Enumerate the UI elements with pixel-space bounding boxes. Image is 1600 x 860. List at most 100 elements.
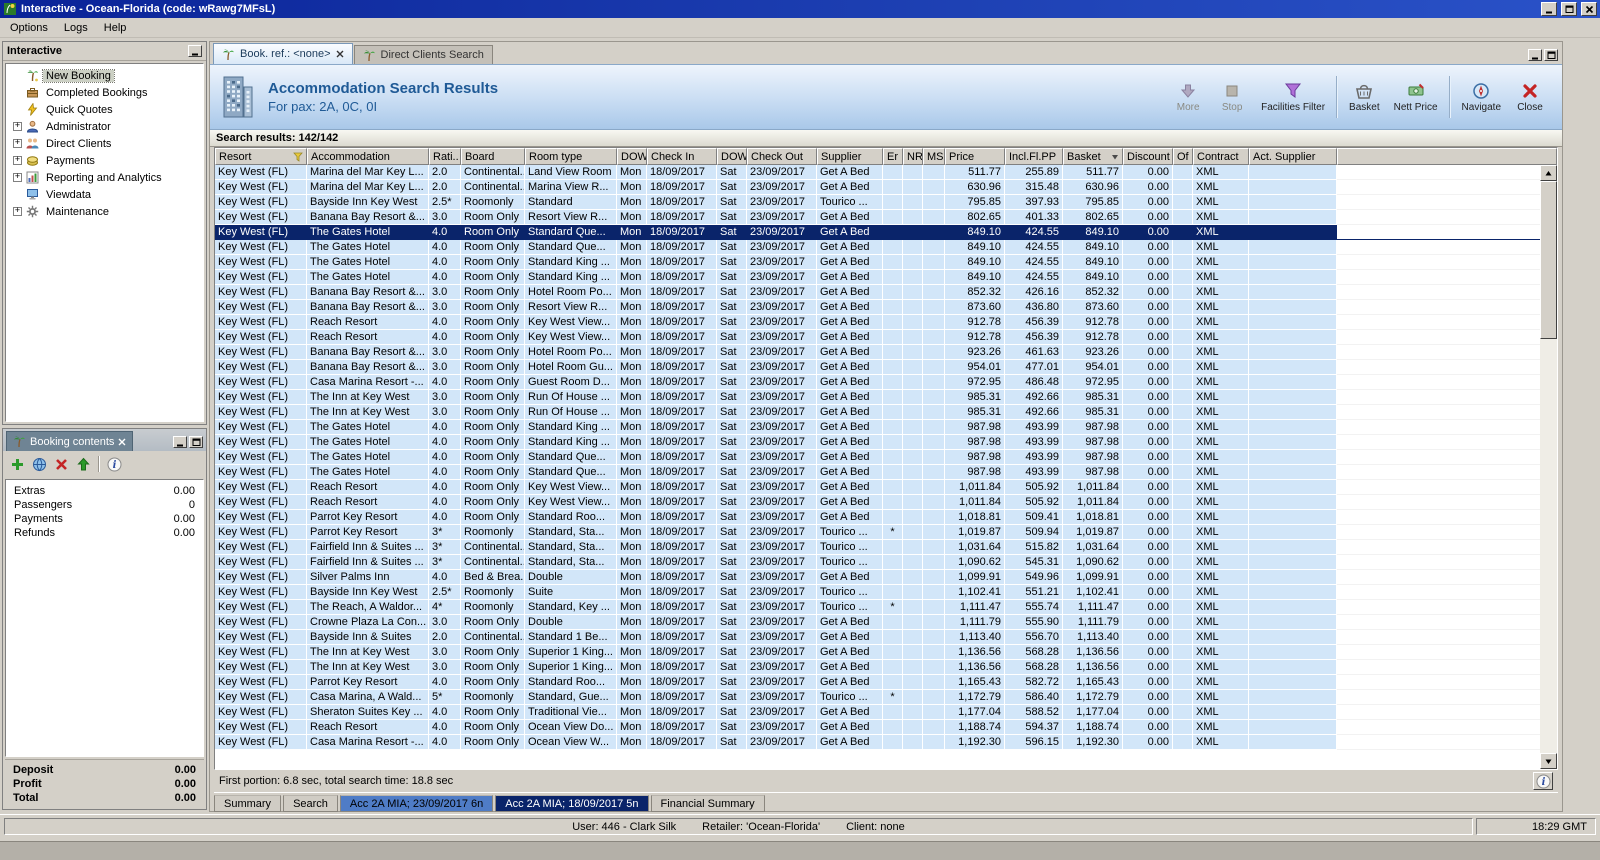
table-row[interactable]: Key West (FL) Marina del Mar Key L... 2.0 C… — [215, 180, 1540, 195]
tab-direct-clients-search[interactable]: Direct Clients Search — [353, 45, 493, 64]
collapse-panel-button[interactable] — [188, 45, 202, 57]
world-icon[interactable] — [32, 457, 47, 472]
tab-book-ref-none[interactable]: Book. ref.: <none> — [213, 43, 353, 64]
table-row[interactable]: Key West (FL) Casa Marina, A Wald... 5* Roo… — [215, 690, 1540, 705]
table-row[interactable]: Key West (FL) The Gates Hotel 4.0 Room Only… — [215, 465, 1540, 480]
bottom-tab-acc-2a-mia-18-09-2017-5n[interactable]: Acc 2A MIA; 18/09/2017 5n — [495, 795, 649, 812]
table-row[interactable]: Key West (FL) Banana Bay Resort &... 3.0 Ro… — [215, 360, 1540, 375]
remove-icon[interactable] — [54, 457, 69, 472]
sidebar-item-quick-quotes[interactable]: Quick Quotes — [6, 101, 203, 118]
sidebar-item-new-booking[interactable]: New Booking — [6, 67, 203, 84]
tab-close-icon[interactable] — [336, 50, 344, 58]
table-row[interactable]: Key West (FL) Reach Resort 4.0 Room Only Key… — [215, 315, 1540, 330]
scroll-down-button[interactable] — [1540, 753, 1557, 769]
expand-icon[interactable]: + — [13, 173, 22, 182]
table-row[interactable]: Key West (FL) Banana Bay Resort &... 3.0 Ro… — [215, 300, 1540, 315]
column-header-supplier[interactable]: Supplier — [817, 148, 883, 165]
sidebar-item-payments[interactable]: + Payments — [6, 152, 203, 169]
booking-panel-maximize-button[interactable] — [189, 436, 203, 448]
table-row[interactable]: Key West (FL) Sheraton Suites Key ... 4.0 R… — [215, 705, 1540, 720]
column-header-price[interactable]: Price — [945, 148, 1005, 165]
mdi-minimize-button[interactable] — [1528, 49, 1542, 61]
sidebar-item-administrator[interactable]: + Administrator — [6, 118, 203, 135]
expand-icon[interactable]: + — [13, 139, 22, 148]
table-row[interactable]: Key West (FL) Marina del Mar Key L... 2.0 C… — [215, 165, 1540, 180]
column-header-check-in[interactable]: Check In — [647, 148, 717, 165]
column-header-act-supplier[interactable]: Act. Supplier — [1249, 148, 1337, 165]
table-row[interactable]: Key West (FL) The Gates Hotel 4.0 Room Only… — [215, 450, 1540, 465]
table-row[interactable]: Key West (FL) Reach Resort 4.0 Room Only Key… — [215, 330, 1540, 345]
table-row[interactable]: Key West (FL) Reach Resort 4.0 Room Only Key… — [215, 495, 1540, 510]
toolbar-button-navigate[interactable]: Navigate — [1455, 79, 1508, 116]
table-row[interactable]: Key West (FL) Bayside Inn & Suites 2.0 Cont… — [215, 630, 1540, 645]
menu-options[interactable]: Options — [2, 20, 56, 36]
toolbar-button-basket[interactable]: Basket — [1342, 79, 1387, 116]
table-row[interactable]: Key West (FL) The Gates Hotel 4.0 Room Only… — [215, 420, 1540, 435]
table-row[interactable]: Key West (FL) The Inn at Key West 3.0 Room … — [215, 405, 1540, 420]
table-row[interactable]: Key West (FL) Bayside Inn Key West 2.5* Roo… — [215, 585, 1540, 600]
table-row[interactable]: Key West (FL) Fairfield Inn & Suites ... 3… — [215, 540, 1540, 555]
table-row[interactable]: Key West (FL) The Inn at Key West 3.0 Room … — [215, 390, 1540, 405]
column-header-er[interactable]: Er — [883, 148, 903, 165]
table-row[interactable]: Key West (FL) Banana Bay Resort &... 3.0 Ro… — [215, 210, 1540, 225]
column-header-contract[interactable]: Contract — [1193, 148, 1249, 165]
booking-panel-minimize-button[interactable] — [173, 436, 187, 448]
table-row[interactable]: Key West (FL) The Inn at Key West 3.0 Room … — [215, 645, 1540, 660]
expand-icon[interactable]: + — [13, 122, 22, 131]
column-header-board[interactable]: Board — [461, 148, 525, 165]
table-row[interactable]: Key West (FL) Banana Bay Resort &... 3.0 Ro… — [215, 285, 1540, 300]
table-row[interactable]: Key West (FL) Parrot Key Resort 4.0 Room On… — [215, 675, 1540, 690]
sidebar-item-reporting-and-analytics[interactable]: + Reporting and Analytics — [6, 169, 203, 186]
table-row[interactable]: Key West (FL) Silver Palms Inn 4.0 Bed & Br… — [215, 570, 1540, 585]
column-header-of[interactable]: Of — [1173, 148, 1193, 165]
menu-logs[interactable]: Logs — [56, 20, 96, 36]
table-row[interactable]: Key West (FL) The Inn at Key West 3.0 Room … — [215, 660, 1540, 675]
column-header-ms[interactable]: MS — [923, 148, 945, 165]
mdi-restore-button[interactable] — [1544, 49, 1558, 61]
table-row[interactable]: Key West (FL) Parrot Key Resort 3* Roomonly… — [215, 525, 1540, 540]
filter-icon[interactable] — [293, 152, 303, 162]
bottom-tab-summary[interactable]: Summary — [214, 795, 282, 812]
table-row[interactable]: Key West (FL) Crowne Plaza La Con... 3.0 Ro… — [215, 615, 1540, 630]
toolbar-button-nett-price[interactable]: Nett Price — [1387, 79, 1445, 116]
booking-contents-tab[interactable]: Booking contents — [6, 431, 134, 451]
bottom-tab-search[interactable]: Search — [283, 795, 338, 812]
menu-help[interactable]: Help — [96, 20, 135, 36]
info-icon[interactable]: i — [107, 457, 122, 472]
table-row[interactable]: Key West (FL) The Reach, A Waldor... 4* Roo… — [215, 600, 1540, 615]
column-header-check-out[interactable]: Check Out — [747, 148, 817, 165]
table-row[interactable]: Key West (FL) Parrot Key Resort 4.0 Room On… — [215, 510, 1540, 525]
table-row[interactable]: Key West (FL) Reach Resort 4.0 Room Only Key… — [215, 480, 1540, 495]
toolbar-button-close[interactable]: Close — [1508, 79, 1552, 116]
table-row[interactable]: Key West (FL) The Gates Hotel 4.0 Room Only… — [215, 225, 1540, 240]
column-header-resort[interactable]: Resort — [215, 148, 307, 165]
scrollbar-thumb[interactable] — [1540, 181, 1557, 339]
table-row[interactable]: Key West (FL) Casa Marina Resort -... 4.0 R… — [215, 375, 1540, 390]
bottom-tab-financial-summary[interactable]: Financial Summary — [650, 795, 765, 812]
table-row[interactable]: Key West (FL) The Gates Hotel 4.0 Room Only… — [215, 270, 1540, 285]
expand-icon[interactable]: + — [13, 156, 22, 165]
close-tab-icon[interactable] — [118, 438, 126, 446]
sidebar-item-maintenance[interactable]: + Maintenance — [6, 203, 203, 220]
column-header-room-type[interactable]: Room type — [525, 148, 617, 165]
sidebar-item-direct-clients[interactable]: + Direct Clients — [6, 135, 203, 152]
column-header-discount[interactable]: Discount — [1123, 148, 1173, 165]
column-header-accommodation[interactable]: Accommodation — [307, 148, 429, 165]
column-header-dow[interactable]: DOW — [717, 148, 747, 165]
minimize-button[interactable] — [1541, 2, 1557, 16]
sidebar-item-viewdata[interactable]: Viewdata — [6, 186, 203, 203]
column-header-incl-fl-pp[interactable]: Incl.Fl.PP — [1005, 148, 1063, 165]
toolbar-button-facilities-filter[interactable]: Facilities Filter — [1254, 79, 1332, 116]
expand-icon[interactable]: + — [13, 207, 22, 216]
info-button[interactable]: i — [1533, 772, 1553, 790]
vertical-scrollbar[interactable] — [1540, 165, 1557, 769]
table-row[interactable]: Key West (FL) Bayside Inn Key West 2.5* Roo… — [215, 195, 1540, 210]
column-header-basket[interactable]: Basket — [1063, 148, 1123, 165]
bottom-tab-acc-2a-mia-23-09-2017-6n[interactable]: Acc 2A MIA; 23/09/2017 6n — [339, 795, 494, 812]
table-row[interactable]: Key West (FL) Reach Resort 4.0 Room Only Oce… — [215, 720, 1540, 735]
add-icon[interactable] — [10, 457, 25, 472]
column-header-dow[interactable]: DOW — [617, 148, 647, 165]
maximize-button[interactable] — [1561, 2, 1577, 16]
export-icon[interactable] — [76, 457, 91, 472]
sidebar-item-completed-bookings[interactable]: Completed Bookings — [6, 84, 203, 101]
